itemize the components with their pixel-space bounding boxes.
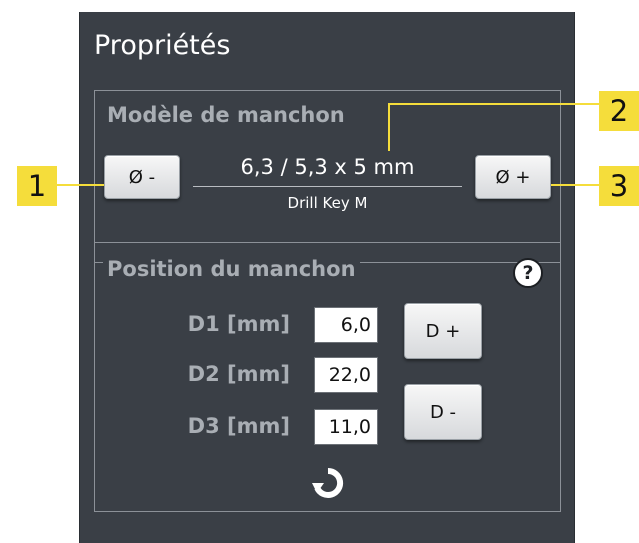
help-icon[interactable]: ? xyxy=(513,258,543,288)
callout-2: 2 xyxy=(599,91,639,131)
callout-3: 3 xyxy=(599,166,639,206)
sleeve-model-divider xyxy=(193,186,462,187)
d-minus-button[interactable]: D - xyxy=(404,384,482,440)
panel-title: Propriétés xyxy=(94,30,231,61)
sleeve-position-group-title: Position du manchon xyxy=(103,257,360,281)
d3-input[interactable] xyxy=(314,409,378,445)
sleeve-model-group-title: Modèle de manchon xyxy=(103,103,349,127)
screenshot-stage: Propriétés Modèle de manchon Ø - 6,3 / 5… xyxy=(0,0,639,543)
callout-2-leader-horizontal xyxy=(388,103,599,105)
drill-key-label: Drill Key M xyxy=(287,194,368,212)
callout-1-leader xyxy=(57,184,104,186)
d1-label: D1 [mm] xyxy=(187,312,290,336)
sleeve-model-value: 6,3 / 5,3 x 5 mm xyxy=(240,155,415,179)
d3-label: D3 [mm] xyxy=(187,414,290,438)
reset-icon[interactable] xyxy=(311,466,345,500)
diameter-increase-button[interactable]: Ø + xyxy=(475,155,551,199)
diameter-decrease-button[interactable]: Ø - xyxy=(104,155,180,199)
callout-2-leader-vertical xyxy=(388,103,390,151)
d-plus-button[interactable]: D + xyxy=(404,303,482,359)
callout-3-leader xyxy=(551,184,599,186)
d1-input[interactable] xyxy=(314,307,378,343)
d2-input[interactable] xyxy=(314,357,378,393)
callout-1: 1 xyxy=(17,166,57,206)
d2-label: D2 [mm] xyxy=(187,362,290,386)
